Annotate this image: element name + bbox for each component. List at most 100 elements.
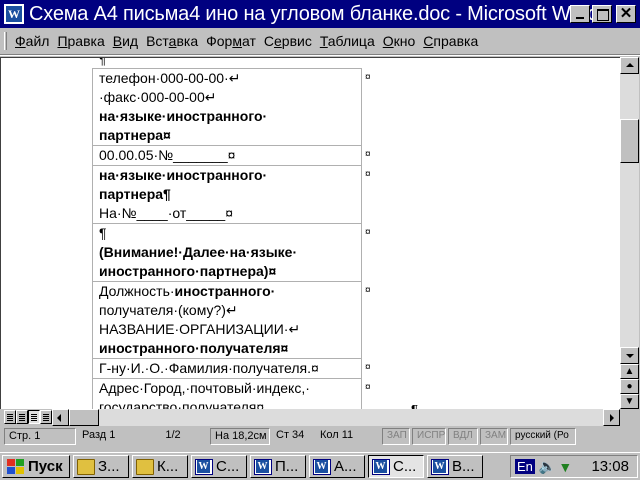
windows-logo-icon	[6, 459, 24, 474]
cell-line: партнера¤	[99, 127, 171, 143]
table-row: телефон·000-00-00·↵ ·факс·000-00-00↵ на·яз…	[92, 68, 362, 146]
cell-line: иностранного·партнера)¤	[99, 263, 277, 279]
vertical-scrollbar[interactable]: ▲ ● ▼	[620, 57, 639, 409]
menu-item-6[interactable]: Таблица	[320, 33, 375, 49]
menu-grip[interactable]	[4, 32, 7, 50]
status-rec[interactable]: ЗАП	[382, 428, 410, 445]
next-page-icon[interactable]: ▼	[620, 394, 639, 409]
word-icon	[372, 458, 390, 475]
scroll-up-button[interactable]	[620, 57, 639, 74]
row-end-mark: ¤	[365, 284, 371, 296]
row-end-mark: ¤	[365, 148, 371, 160]
menu-item-2[interactable]: Вид	[113, 33, 138, 49]
title-bar[interactable]: W Схема А4 письма4 ино на угловом бланке…	[0, 0, 640, 28]
taskbar-button-label: К...	[157, 458, 179, 475]
status-language[interactable]: русский (Ро	[510, 428, 576, 445]
cell-line: На·№____·от_____¤	[99, 205, 233, 221]
taskbar-button-4[interactable]: А...	[309, 455, 365, 478]
taskbar-button-2[interactable]: С...	[191, 455, 247, 478]
previous-page-icon[interactable]: ▲	[620, 364, 639, 379]
word-icon	[431, 458, 449, 475]
menu-item-4[interactable]: Формат	[206, 33, 256, 49]
table-cell[interactable]: Г-ну·И.·О.·Фамилия·получателя.¤	[92, 358, 362, 379]
status-section: Разд 1	[82, 429, 116, 441]
taskbar-button-0[interactable]: З...	[73, 455, 129, 478]
taskbar-button-3[interactable]: П...	[250, 455, 306, 478]
status-line: Ст 34	[276, 429, 305, 441]
menu-item-3[interactable]: Вставка	[146, 33, 198, 49]
menu-item-0[interactable]: Файл	[15, 33, 49, 49]
word-icon[interactable]: W	[3, 3, 25, 25]
cell-line: (Внимание!·Далее·на·языке·	[99, 244, 298, 260]
cell-line: 00.00.05·№_______¤	[99, 147, 236, 163]
web-view-button[interactable]	[16, 410, 28, 424]
close-button[interactable]: ✕	[616, 5, 636, 23]
table-cell[interactable]: телефон·000-00-00·↵ ·факс·000-00-00↵ на·яз…	[92, 68, 362, 146]
browse-object-icon[interactable]: ●	[620, 379, 639, 394]
status-position: На 18,2см	[210, 428, 270, 445]
status-column: Кол 11	[320, 429, 354, 441]
menu-item-1[interactable]: Правка	[57, 33, 104, 49]
table-row: 00.00.05·№_______¤	[92, 145, 362, 166]
cell-line: Адрес·Город,·почтовый·индекс,·	[99, 380, 310, 396]
letter-table: телефон·000-00-00·↵ ·факс·000-00-00↵ на·яз…	[92, 68, 362, 409]
start-button[interactable]: Пуск	[2, 455, 70, 478]
status-pages: 1/2	[165, 429, 181, 441]
network-icon[interactable]: ▼	[558, 459, 572, 475]
table-cell[interactable]: Должность·иностранного· получателя·(кому?…	[92, 281, 362, 359]
word-icon	[254, 458, 272, 475]
status-page: Стр. 1	[4, 428, 76, 445]
row-end-mark: ¤	[365, 71, 371, 83]
system-tray: En 🔈 ▼ 13:08	[510, 455, 638, 478]
scroll-left-button[interactable]	[52, 409, 69, 426]
clock[interactable]: 13:08	[591, 458, 629, 475]
maximize-button[interactable]	[592, 5, 612, 23]
taskbar-button-5[interactable]: С...	[368, 455, 424, 478]
table-row: на·языке·иностранного· партнера¶ На·№____·…	[92, 165, 362, 224]
document-area[interactable]: ¶ телефон·000-00-00·↵ ·факс·000-00-00↵ на·…	[0, 57, 620, 409]
word-icon	[195, 458, 213, 475]
table-cell[interactable]: 00.00.05·№_______¤	[92, 145, 362, 166]
minimize-button[interactable]	[570, 5, 590, 23]
horizontal-scrollbar[interactable]	[52, 409, 620, 426]
vertical-scroll-thumb[interactable]	[620, 119, 639, 163]
cell-line: Г-ну·И.·О.·Фамилия·получателя.¤	[99, 360, 319, 376]
menu-bar: Файл Правка Вид Вставка Формат Сервис Таблица О…	[0, 30, 640, 52]
status-ext[interactable]: ВДЛ	[448, 428, 478, 445]
table-cell[interactable]: на·языке·иностранного· партнера¶ На·№____·…	[92, 165, 362, 224]
taskbar-button-6[interactable]: В...	[427, 455, 483, 478]
status-ovr[interactable]: ЗАМ	[480, 428, 508, 445]
status-bar: Стр. 1 Разд 1 1/2 На 18,2см Ст 34 Кол 11…	[0, 428, 640, 446]
status-trk[interactable]: ИСПР	[412, 428, 446, 445]
table-cell[interactable]: ¶ (Внимание!·Далее·на·языке· иностранного·…	[92, 223, 362, 282]
start-label: Пуск	[28, 458, 63, 475]
word-icon	[313, 458, 331, 475]
table-row: Должность·иностранного· получателя·(кому?…	[92, 281, 362, 359]
paragraph-mark: ¶	[411, 402, 418, 409]
cell-line: ¶	[99, 225, 107, 241]
normal-view-button[interactable]	[4, 410, 16, 424]
taskbar-button-label: З...	[98, 458, 120, 475]
menu-item-5[interactable]: Сервис	[264, 33, 312, 49]
menu-item-8[interactable]: Справка	[423, 33, 478, 49]
language-indicator[interactable]: En	[515, 459, 535, 474]
row-end-mark: ¤	[365, 168, 371, 180]
speaker-icon[interactable]: 🔈	[539, 458, 556, 475]
scroll-down-button[interactable]	[620, 347, 639, 364]
table-cell[interactable]: Адрес·Город,·почтовый·индекс,· государств…	[92, 378, 362, 409]
taskbar-button-label: С...	[393, 458, 417, 475]
taskbar-button-label: П...	[275, 458, 299, 475]
taskbar-button-1[interactable]: К...	[132, 455, 188, 478]
cell-line: партнера¶	[99, 186, 171, 202]
taskbar-button-label: А...	[334, 458, 357, 475]
cell-line: ·факс·000-00-00↵	[99, 89, 217, 105]
cell-line: иностранного·получателя¤	[99, 340, 289, 356]
menu-item-7[interactable]: Окно	[383, 33, 416, 49]
horizontal-scroll-thumb[interactable]	[69, 409, 99, 426]
outline-view-button[interactable]	[40, 410, 52, 424]
cell-line: Должность·иностранного·	[99, 283, 276, 299]
scroll-right-button[interactable]	[603, 409, 620, 426]
page-view-button[interactable]	[28, 410, 40, 424]
table-row: Адрес·Город,·почтовый·индекс,· государств…	[92, 378, 362, 409]
cell-line: НАЗВАНИЕ·ОРГАНИЗАЦИИ·↵	[99, 321, 301, 337]
